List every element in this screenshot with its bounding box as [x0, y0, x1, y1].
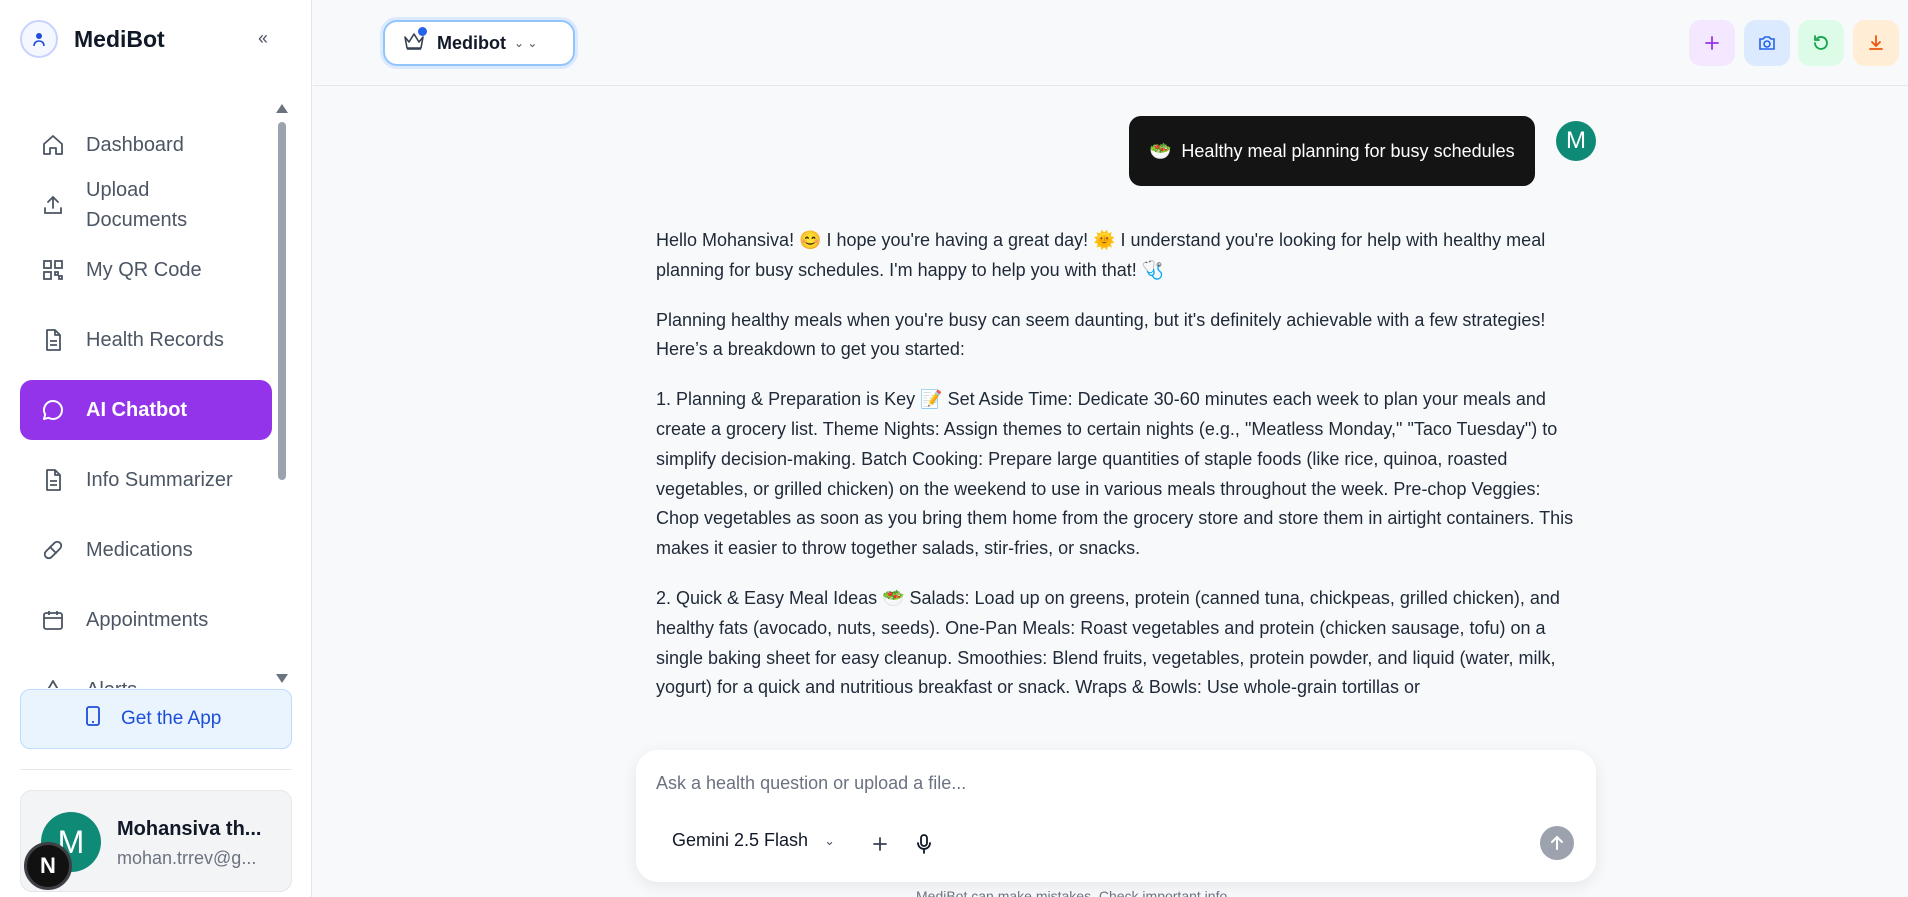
camera-button[interactable]	[1744, 20, 1790, 66]
chat-input[interactable]	[656, 768, 1556, 798]
model-switcher[interactable]: Medibot ⌄ ⌄	[383, 20, 575, 66]
user-message-bubble: 🥗 Healthy meal planning for busy schedul…	[1129, 116, 1535, 186]
send-button[interactable]	[1540, 826, 1574, 860]
bot-paragraph: Planning healthy meals when you're busy …	[656, 309, 1546, 360]
avatar: M	[1556, 121, 1596, 161]
sidebar-item-label: Info Summarizer	[86, 469, 233, 491]
upload-icon	[38, 190, 68, 220]
model-select[interactable]: Gemini 2.5 Flash ⌄	[672, 830, 835, 851]
home-icon	[38, 130, 68, 160]
sidebar-item-label: Health Records	[86, 329, 224, 351]
bot-response: Hello Mohansiva! 😊 I hope you're having …	[656, 226, 1574, 704]
sidebar-item-medications[interactable]: Medications	[20, 520, 272, 580]
user-message-text: Healthy meal planning for busy schedules	[1181, 140, 1515, 161]
sidebar-divider	[20, 769, 292, 770]
refresh-button[interactable]	[1798, 20, 1844, 66]
bot-paragraph: 1. Planning & Preparation is Key 📝 Set A…	[656, 389, 1574, 559]
sidebar-item-label: Medications	[86, 539, 193, 561]
sidebar-item-my-qr-code[interactable]: My QR Code	[20, 240, 272, 300]
sidebar-item-label: AI Chatbot	[86, 399, 188, 421]
top-bar: Medibot ⌄ ⌄	[313, 0, 1908, 86]
qr-code-icon	[38, 255, 68, 285]
attach-file-button[interactable]	[866, 830, 894, 858]
brand: MediBot	[20, 20, 165, 58]
sidebar-item-label: My QR Code	[86, 259, 202, 281]
sidebar-item-appointments[interactable]: Appointments	[20, 590, 272, 650]
salad-emoji: 🥗	[1149, 140, 1172, 161]
pill-icon	[38, 535, 68, 565]
voice-input-button[interactable]	[910, 830, 938, 858]
chevron-down-icon: ⌄	[824, 832, 835, 848]
collapse-sidebar-icon[interactable]: ‹‹	[258, 28, 268, 49]
scroll-thumb[interactable]	[278, 122, 286, 480]
document-icon	[38, 465, 68, 495]
alert-icon	[38, 675, 68, 688]
user-name: Mohansiva th...	[117, 818, 262, 840]
plus-icon	[1705, 36, 1719, 50]
camera-icon	[1759, 36, 1775, 50]
sidebar-item-ai-chatbot[interactable]: AI Chatbot	[20, 380, 272, 440]
sidebar: MediBot ‹‹ Dashboard Upload Documents My…	[0, 0, 312, 897]
arrow-up-icon	[1551, 835, 1563, 850]
notification-dot	[418, 26, 427, 36]
sidebar-item-alerts[interactable]: Alerts	[20, 660, 272, 688]
sidebar-item-label: Upload Documents	[86, 179, 188, 231]
model-switcher-label: Medibot	[437, 32, 506, 53]
new-chat-button[interactable]	[1689, 20, 1735, 66]
get-the-app-button[interactable]: Get the App	[20, 689, 292, 749]
sidebar-item-health-records[interactable]: Health Records	[20, 310, 272, 370]
download-icon	[1869, 35, 1883, 50]
chevron-down-icon: ⌄ ⌄	[514, 36, 538, 50]
get-app-label: Get the App	[121, 708, 222, 729]
chat-bubble-icon	[38, 395, 68, 425]
scroll-down-icon[interactable]	[276, 674, 288, 683]
sidebar-item-upload-documents[interactable]: Upload Documents	[20, 172, 272, 238]
crown-icon	[403, 26, 427, 56]
message-composer: Gemini 2.5 Flash ⌄	[636, 750, 1596, 882]
sidebar-nav: Dashboard Upload Documents My QR Code He…	[20, 100, 274, 688]
microphone-icon	[917, 834, 931, 854]
medibot-logo-icon	[20, 20, 58, 58]
sidebar-item-label: Alerts	[86, 675, 137, 688]
calendar-icon	[38, 605, 68, 635]
refresh-icon	[1814, 35, 1828, 50]
scroll-up-icon[interactable]	[276, 104, 288, 113]
download-button[interactable]	[1853, 20, 1899, 66]
sidebar-item-dashboard[interactable]: Dashboard	[20, 115, 272, 175]
sidebar-item-info-summarizer[interactable]: Info Summarizer	[20, 450, 272, 510]
sidebar-item-label: Dashboard	[86, 134, 184, 156]
document-icon	[38, 325, 68, 355]
sidebar-item-label: Appointments	[86, 609, 209, 631]
smartphone-icon	[85, 706, 101, 732]
user-email: mohan.trrev@g...	[117, 848, 257, 868]
plus-icon	[873, 837, 887, 851]
app-title: MediBot	[74, 25, 165, 52]
sidebar-scrollbar[interactable]	[276, 100, 288, 688]
nextjs-badge-icon[interactable]: N	[24, 842, 72, 890]
disclaimer: MediBot can make mistakes. Check importa…	[916, 888, 1232, 897]
bot-paragraph: 2. Quick & Easy Meal Ideas 🥗 Salads: Loa…	[656, 587, 1560, 698]
bot-paragraph: Hello Mohansiva! 😊 I hope you're having …	[656, 230, 1546, 280]
model-select-label: Gemini 2.5 Flash	[672, 830, 809, 850]
